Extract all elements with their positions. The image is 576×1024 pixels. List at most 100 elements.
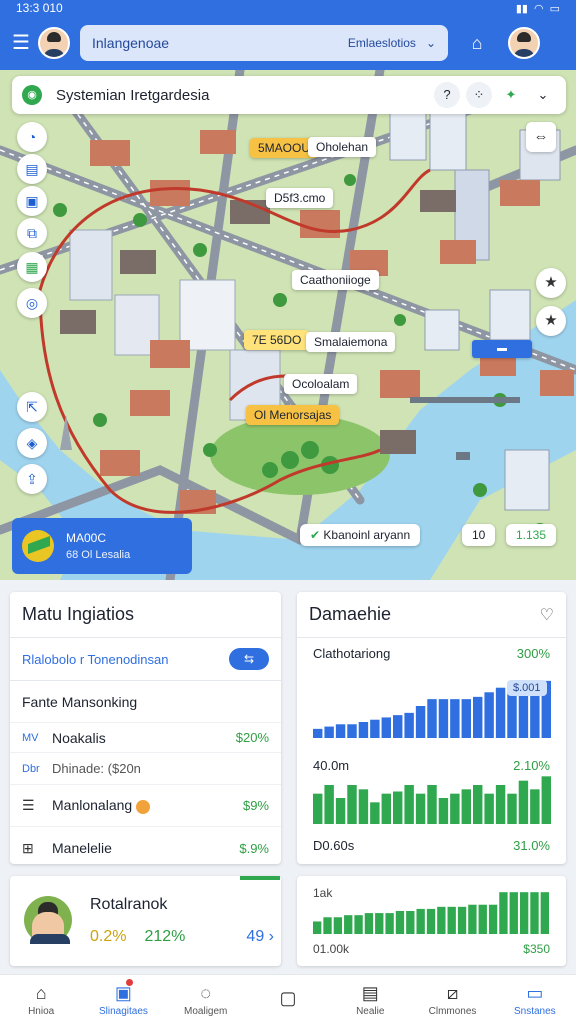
map-label-8[interactable]: Ol Menorsajas [246,405,340,425]
map-tools: ? ⁘ ✦ ⌄ [434,82,556,108]
star-icon[interactable]: ★ [536,268,566,298]
nav-statistics[interactable]: ▭ Snstanes [494,975,576,1024]
metric-value: 2.10% [513,758,550,773]
map-label-6[interactable]: Smalaiemona [306,332,396,352]
nav-search[interactable]: ◌ Moaligem [165,975,247,1024]
nav-clipboard[interactable]: ▢ [247,975,329,1024]
notification-dot [126,979,134,986]
status-time: 13:3 010 [16,1,63,15]
user-avatar[interactable] [38,27,70,59]
map-label-2[interactable]: Oholehan [308,137,377,157]
chart-bar [323,917,332,934]
chevron-down-icon[interactable]: ⌄ [426,36,436,50]
map-chip-area[interactable]: ✔ Kbanoinl aryann [300,524,421,546]
profile-name: Rotalranok [90,896,168,913]
location-icon[interactable]: ◎ [17,288,47,318]
list-icon: ☰ [22,797,35,813]
share-icon[interactable]: ⇪ [17,464,47,494]
chart-bar [313,793,323,824]
chart-bar [313,921,322,934]
search-filter-chip[interactable]: Emlaeslotios [348,36,416,50]
grid-icon: ⊞ [22,839,34,856]
map-label-3[interactable]: D5f3.cmo [266,188,334,208]
metric-label: D0.60s [313,838,355,853]
map-label-7[interactable]: Ocoloalam [284,374,358,394]
chart-bar [530,892,539,934]
chart-bar [358,789,369,824]
chart-bar [484,692,494,738]
map-chip-price[interactable]: 1.135 [506,524,557,546]
chart-bar [333,917,343,934]
bus-icon[interactable]: ▦ [17,252,47,282]
chart-bar [461,699,471,738]
chart-bar [347,724,357,738]
puzzle-icon[interactable]: ⧉ [17,218,47,248]
calendar-icon[interactable]: ▤ [17,154,47,184]
row-value: $9% [242,798,269,813]
chart-bar [364,913,374,934]
search-box[interactable]: Inlangenoae Emlaeslotios ⌄ [80,25,448,61]
chart-bar [450,699,460,738]
toggle-switch[interactable]: ⇆ [229,648,269,670]
nav-home[interactable]: ⌂ Hnioa [0,975,82,1024]
route-icon[interactable]: ✦ [498,82,524,108]
chart-bar [393,791,403,824]
chart-bar [395,911,405,934]
nav-label: Hnioa [28,1005,55,1017]
chart-bar [427,699,437,738]
insights-section-header: Fante Mansonking [10,681,281,723]
map-title: Systemian Iretgardesia [56,86,210,104]
home-icon[interactable]: ⌂ [462,28,492,58]
nav-signals[interactable]: ▣ Slinagitaes [82,975,164,1024]
building-icon[interactable]: ▣ [17,186,47,216]
profile-card[interactable]: Rotalranok 0.2% 212% 49 › [10,876,281,966]
battery-icon: ▭ [549,2,560,15]
card-accent [240,876,280,880]
nav-news[interactable]: ▤ Nealie [329,975,411,1024]
check-icon: ✔ [310,528,324,542]
chart-bar [406,911,415,934]
map-label-4[interactable]: Caathoniioge [292,270,379,290]
chart-bar [381,717,391,738]
favorite-icon[interactable]: ★ [536,306,566,336]
chart-bar [358,722,369,738]
row-value: $.9% [239,840,269,856]
chart-bar [507,793,517,824]
chart-bar [473,696,483,738]
menu-icon[interactable]: ☰ [10,32,32,54]
location-info-text: MA00C 68 Ol Lesalia [66,531,130,561]
tag-icon[interactable]: ◈ [17,428,47,458]
metric-label: 40.0m [313,758,350,773]
insights-row[interactable]: Dbr Dhinade: ($20n [10,753,281,785]
chart-bar [393,715,403,738]
news-icon: ▤ [361,982,379,1003]
profile-avatar[interactable] [508,27,540,59]
insights-row[interactable]: ⊞ Manelelie $.9% [10,827,281,869]
signpost-icon[interactable]: ▬ [472,340,532,358]
nav-components[interactable]: ⧄ Clmmones [411,975,493,1024]
profile-stat-2: 212% [144,928,186,945]
heart-icon[interactable]: ♡ [540,605,554,625]
compass-icon[interactable]: ◔ [17,122,47,152]
layers-icon[interactable]: ⁘ [466,82,492,108]
nav-label: Moaligem [184,1005,228,1017]
row-badge-icon: Dbr [22,762,40,775]
search-icon: ◌ [200,982,212,1003]
insights-row[interactable]: ☰ Manlonalang $9% [10,785,281,827]
location-info-line1: MA00C [66,531,107,545]
row-name: Dhinade: ($20n [52,761,141,776]
help-icon[interactable]: ? [434,82,460,108]
insights-row[interactable]: MV Noakalis $20% [10,723,281,753]
chevron-down-icon[interactable]: ⌄ [530,82,556,108]
location-badge-icon [22,530,54,562]
row-value: $20% [235,730,269,745]
map-label-5[interactable]: 7E 56DO [244,330,310,350]
search-label: Inlangenoae [92,35,170,51]
location-info-card[interactable]: MA00C 68 Ol Lesalia [12,518,192,574]
map-chip-count[interactable]: 10 [462,524,496,546]
profile-stat-3[interactable]: 49 › [246,928,274,946]
chart-bar [509,892,518,934]
navigate-icon[interactable]: ⇱ [17,392,47,422]
mini-bar-chart [313,892,549,934]
fullscreen-icon[interactable]: ⇔ [526,122,556,152]
